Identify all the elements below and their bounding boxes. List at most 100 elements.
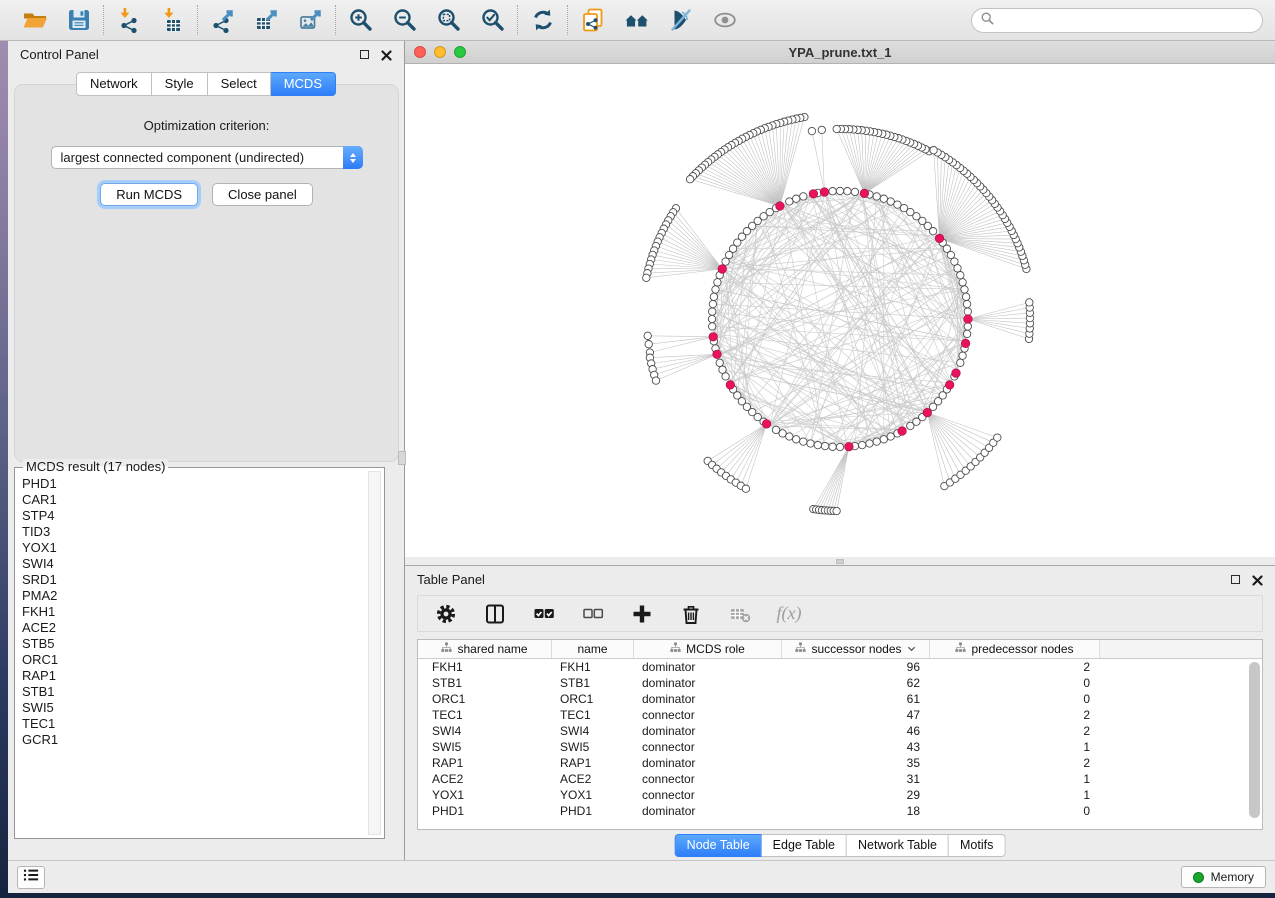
save-icon[interactable] — [65, 7, 92, 34]
column-header-successor-nodes[interactable]: successor nodes — [782, 640, 930, 658]
table-panel: Table Panel f(x) shared namenameMCDS rol… — [405, 565, 1275, 860]
network-canvas[interactable] — [405, 64, 1275, 557]
splitter-grip[interactable] — [836, 559, 844, 564]
mcds-result-box: MCDS result (17 nodes) PHD1CAR1STP4TID3Y… — [14, 467, 385, 839]
delete-table-icon — [728, 602, 752, 626]
close-window-icon[interactable] — [414, 46, 426, 58]
mcds-result-item[interactable]: RAP1 — [22, 668, 364, 684]
deselect-all-icon[interactable] — [581, 602, 605, 626]
mcds-result-item[interactable]: TID3 — [22, 524, 364, 540]
memory-status-icon — [1193, 872, 1204, 883]
table-row[interactable]: ORC1ORC1dominator610 — [418, 691, 1262, 707]
table-scrollbar-thumb[interactable] — [1249, 662, 1260, 818]
column-header-MCDS-role[interactable]: MCDS role — [634, 640, 782, 658]
first-neighbors-icon[interactable] — [623, 7, 650, 34]
cell-MCDS-role: connector — [634, 772, 782, 786]
mcds-result-item[interactable]: SWI5 — [22, 700, 364, 716]
toolbar-group — [198, 7, 335, 34]
toolbar-group — [336, 7, 517, 34]
mcds-result-item[interactable]: SWI4 — [22, 556, 364, 572]
cell-name: ACE2 — [552, 772, 634, 786]
mcds-result-item[interactable]: PMA2 — [22, 588, 364, 604]
mcds-result-item[interactable]: STB5 — [22, 636, 364, 652]
table-row[interactable]: YOX1YOX1connector291 — [418, 787, 1262, 803]
import-table-icon[interactable] — [159, 7, 186, 34]
list-icon — [22, 866, 40, 889]
zoom-out-icon[interactable] — [391, 7, 418, 34]
table-row[interactable]: ACE2ACE2connector311 — [418, 771, 1262, 787]
table-row[interactable]: PHD1PHD1dominator180 — [418, 803, 1262, 819]
export-image-icon[interactable] — [297, 7, 324, 34]
minimize-window-icon[interactable] — [434, 46, 446, 58]
mcds-result-item[interactable]: CAR1 — [22, 492, 364, 508]
zoom-selected-icon[interactable] — [479, 7, 506, 34]
table-row[interactable]: RAP1RAP1dominator352 — [418, 755, 1262, 771]
horizontal-splitter[interactable] — [405, 557, 1275, 565]
float-panel-icon[interactable] — [360, 50, 369, 59]
table-row[interactable]: STB1STB1dominator620 — [418, 675, 1262, 691]
search-input[interactable] — [1000, 14, 1253, 28]
zoom-in-icon[interactable] — [347, 7, 374, 34]
tab-edge-table[interactable]: Edge Table — [762, 834, 847, 857]
split-panel-icon[interactable] — [483, 602, 507, 626]
mcds-result-item[interactable]: YOX1 — [22, 540, 364, 556]
select-all-icon[interactable] — [532, 602, 556, 626]
table-row[interactable]: SWI5SWI5connector431 — [418, 739, 1262, 755]
open-icon[interactable] — [21, 7, 48, 34]
close-panel-icon[interactable] — [381, 49, 392, 60]
show-all-icon[interactable] — [711, 7, 738, 34]
mcds-result-item[interactable]: STP4 — [22, 508, 364, 524]
mcds-result-item[interactable]: FKH1 — [22, 604, 364, 620]
refresh-icon[interactable] — [529, 7, 556, 34]
hide-selected-icon[interactable] — [667, 7, 694, 34]
maximize-window-icon[interactable] — [454, 46, 466, 58]
delete-rows-icon[interactable] — [679, 602, 703, 626]
tab-node-table[interactable]: Node Table — [675, 834, 762, 857]
table-row[interactable]: SWI4SWI4dominator462 — [418, 723, 1262, 739]
cell-predecessor-nodes: 1 — [930, 772, 1100, 786]
tab-style[interactable]: Style — [152, 72, 208, 96]
toolbar-group — [518, 7, 567, 34]
criterion-dropdown[interactable]: largest connected component (undirected) — [51, 146, 363, 169]
mcds-result-item[interactable]: STB1 — [22, 684, 364, 700]
export-table-icon[interactable] — [253, 7, 280, 34]
tab-select[interactable]: Select — [208, 72, 271, 96]
mcds-result-item[interactable]: SRD1 — [22, 572, 364, 588]
tab-motifs[interactable]: Motifs — [949, 834, 1005, 857]
mcds-result-item[interactable]: ACE2 — [22, 620, 364, 636]
table-panel-tabs: Node TableEdge TableNetwork TableMotifs — [675, 834, 1006, 857]
table-row[interactable]: FKH1FKH1dominator962 — [418, 659, 1262, 675]
table-row[interactable]: TEC1TEC1connector472 — [418, 707, 1262, 723]
vertical-splitter-handle[interactable] — [398, 451, 406, 465]
cell-successor-nodes: 43 — [782, 740, 930, 754]
settings-gear-icon[interactable] — [434, 602, 458, 626]
close-panel-button[interactable]: Close panel — [212, 183, 313, 206]
table-rows: FKH1FKH1dominator962STB1STB1dominator620… — [418, 659, 1262, 819]
task-history-button[interactable] — [17, 866, 45, 889]
tab-network-table[interactable]: Network Table — [847, 834, 949, 857]
attribute-type-icon — [795, 642, 806, 656]
mcds-result-item[interactable]: PHD1 — [22, 476, 364, 492]
close-table-panel-icon[interactable] — [1252, 574, 1263, 585]
mcds-result-item[interactable]: GCR1 — [22, 732, 364, 748]
memory-button[interactable]: Memory — [1181, 866, 1266, 888]
mcds-result-item[interactable]: ORC1 — [22, 652, 364, 668]
search-field[interactable] — [971, 8, 1263, 33]
add-column-icon[interactable] — [630, 602, 654, 626]
mcds-result-scrollbar[interactable] — [368, 471, 381, 835]
import-network-icon[interactable] — [115, 7, 142, 34]
mcds-result-item[interactable]: TEC1 — [22, 716, 364, 732]
network-graph[interactable] — [405, 64, 1275, 557]
mcds-result-list[interactable]: PHD1CAR1STP4TID3YOX1SWI4SRD1PMA2FKH1ACE2… — [22, 476, 364, 834]
attribute-type-icon — [670, 642, 681, 656]
clone-network-icon[interactable] — [579, 7, 606, 34]
tab-network[interactable]: Network — [76, 72, 152, 96]
float-table-panel-icon[interactable] — [1231, 575, 1240, 584]
run-mcds-button[interactable]: Run MCDS — [100, 183, 198, 206]
column-header-name[interactable]: name — [552, 640, 634, 658]
column-header-shared-name[interactable]: shared name — [418, 640, 552, 658]
zoom-fit-icon[interactable] — [435, 7, 462, 34]
column-header-predecessor-nodes[interactable]: predecessor nodes — [930, 640, 1100, 658]
export-network-icon[interactable] — [209, 7, 236, 34]
tab-mcds[interactable]: MCDS — [271, 72, 336, 96]
